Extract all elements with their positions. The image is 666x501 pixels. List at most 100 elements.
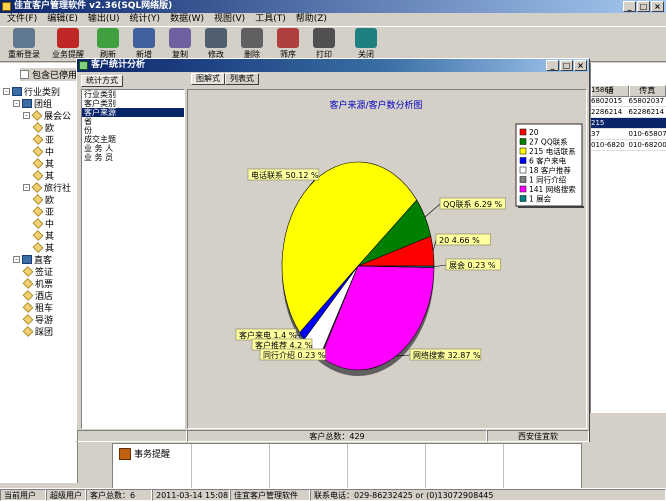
label-leader bbox=[433, 240, 436, 251]
tree-item[interactable]: 亚 bbox=[3, 133, 78, 145]
menu-item[interactable]: 工具(T) bbox=[250, 13, 291, 26]
menu-item[interactable]: 编辑(E) bbox=[42, 13, 83, 26]
dialog-minimize-button[interactable]: _ bbox=[546, 60, 559, 71]
toolbar-button[interactable]: 复制 bbox=[162, 27, 198, 61]
method-item[interactable]: 成交主题 bbox=[82, 135, 184, 144]
tree-node-icon bbox=[33, 206, 44, 217]
tree-expander[interactable]: - bbox=[13, 100, 20, 107]
tree-expander[interactable]: - bbox=[3, 88, 10, 95]
dialog-close-button[interactable]: × bbox=[574, 60, 587, 71]
table-row[interactable]: 228621462286214 bbox=[591, 107, 666, 118]
copy-icon bbox=[169, 28, 191, 48]
table-cell: 15868 bbox=[591, 85, 629, 95]
tree-node-icon bbox=[23, 290, 34, 301]
pie-chart: 客户来源/客户数分析图20 4.66 %QQ联系 6.29 %电话联系 50.1… bbox=[188, 90, 586, 428]
tree-item[interactable]: 中 bbox=[3, 145, 78, 157]
tree-item[interactable]: 机票 bbox=[3, 277, 78, 289]
tree-item[interactable]: 租车 bbox=[3, 301, 78, 313]
tab-pie[interactable]: 图解式 bbox=[191, 73, 225, 85]
table-row[interactable]: 15868 bbox=[591, 85, 666, 96]
table-row[interactable]: 680201565802037 bbox=[591, 96, 666, 107]
table-cell: 010-65807 bbox=[629, 129, 666, 139]
table-cell: 62286214 bbox=[629, 107, 666, 117]
tree-node-icon bbox=[23, 278, 34, 289]
tree-item[interactable]: 亚 bbox=[3, 205, 78, 217]
statistics-dialog: 客户统计分析 _ □ × 统计方式 图解式 列表式 行业类别客户类别客户来源省份… bbox=[76, 58, 590, 442]
tree-node-icon bbox=[33, 146, 44, 157]
tree-item-label: 其 bbox=[45, 169, 54, 181]
legend-swatch bbox=[520, 196, 526, 202]
tree-item[interactable]: 酒店 bbox=[3, 289, 78, 301]
tree-item[interactable]: 其 bbox=[3, 169, 78, 181]
tree-item[interactable]: - 直客 bbox=[3, 253, 78, 265]
table-cell: 65802037 bbox=[629, 96, 666, 106]
menu-item[interactable]: 视图(V) bbox=[209, 13, 250, 26]
close-button[interactable]: × bbox=[651, 1, 664, 12]
tree-item[interactable]: 其 bbox=[3, 241, 78, 253]
toolbar-button[interactable]: 重新登录 bbox=[2, 27, 46, 61]
tree-item[interactable]: 导游 bbox=[3, 313, 78, 325]
toolbar-button[interactable]: 关闭 bbox=[348, 27, 384, 61]
tree-item-label: 其 bbox=[45, 157, 54, 169]
dialog-maximize-button[interactable]: □ bbox=[560, 60, 573, 71]
tree-item[interactable]: 踩团 bbox=[3, 325, 78, 337]
tab-list[interactable]: 列表式 bbox=[225, 73, 259, 85]
dialog-icon bbox=[79, 61, 88, 70]
method-item[interactable]: 行业类别 bbox=[82, 90, 184, 99]
dialog-status-empty bbox=[77, 430, 187, 442]
tree-item-label: 中 bbox=[45, 145, 54, 157]
minimize-button[interactable]: _ bbox=[623, 1, 636, 12]
maximize-button[interactable]: □ bbox=[637, 1, 650, 12]
toolbar-button[interactable]: 打印 bbox=[306, 27, 342, 61]
tree-item[interactable]: 其 bbox=[3, 157, 78, 169]
menu-item[interactable]: 帮助(Z) bbox=[291, 13, 332, 26]
menu-item[interactable]: 数据(W) bbox=[165, 13, 209, 26]
menu-item[interactable]: 统计(Y) bbox=[125, 13, 166, 26]
method-item[interactable]: 业 务 员 bbox=[82, 153, 184, 162]
toolbar-button[interactable]: 新增 bbox=[126, 27, 162, 61]
tree-expander[interactable]: - bbox=[23, 184, 30, 191]
tree-item[interactable]: 欧 bbox=[3, 121, 78, 133]
table-row[interactable]: 215 bbox=[591, 118, 666, 129]
table-cell: 2286214 bbox=[591, 107, 629, 117]
legend-swatch bbox=[520, 158, 526, 164]
reminder-tab[interactable]: 事务提醒 bbox=[119, 447, 170, 460]
status-bar: 当前用户超级用户客户总数：62011-03-14 15:08:08佳宜客户管理软… bbox=[0, 488, 666, 500]
tree-item[interactable]: -旅行社 bbox=[3, 181, 78, 193]
include-disabled-checkbox[interactable]: 包含已停用 bbox=[20, 68, 77, 81]
tree-item-label: 踩团 bbox=[35, 325, 53, 337]
table-row[interactable]: 010-6820010-68200 bbox=[591, 140, 666, 151]
edit-icon bbox=[205, 28, 227, 48]
tree-item[interactable]: 其 bbox=[3, 229, 78, 241]
tab-method[interactable]: 统计方式 bbox=[81, 75, 123, 87]
method-item[interactable]: 份 bbox=[82, 126, 184, 135]
menu-item[interactable]: 文件(F) bbox=[2, 13, 42, 26]
tree-item[interactable]: 中 bbox=[3, 217, 78, 229]
app-title-bar: 佳宜客户管理软件 v2.36(SQL网络版) _ □ × bbox=[0, 0, 666, 13]
tree-item[interactable]: -行业类别 bbox=[3, 85, 78, 97]
toolbar-button[interactable]: 筛序 bbox=[270, 27, 306, 61]
method-item[interactable]: 客户类别 bbox=[82, 99, 184, 108]
customer-table: 话传真 158686802015658020372286214622862142… bbox=[590, 63, 666, 413]
toolbar-button[interactable]: 修改 bbox=[198, 27, 234, 61]
method-item[interactable]: 业 务 人 bbox=[82, 144, 184, 153]
method-item[interactable]: 客户来源 bbox=[82, 108, 184, 117]
tree-expander[interactable]: - bbox=[23, 112, 30, 119]
method-item[interactable]: 省 bbox=[82, 117, 184, 126]
tree-item[interactable]: -团组 bbox=[3, 97, 78, 109]
toolbar-button[interactable]: 删除 bbox=[234, 27, 270, 61]
checkbox-box[interactable] bbox=[20, 70, 29, 79]
toolbar-button[interactable]: 业务提醒 bbox=[46, 27, 90, 61]
table-row[interactable]: 37010-65807 bbox=[591, 129, 666, 140]
dialog-status-bar: 客户总数：429 西安佳宜软 bbox=[77, 430, 589, 442]
tree-node-icon bbox=[33, 170, 44, 181]
tree-expander[interactable]: - bbox=[13, 256, 20, 263]
tree-item[interactable]: -展会公 bbox=[3, 109, 78, 121]
toolbar-button[interactable]: 刷新 bbox=[90, 27, 126, 61]
tree-item-label: 租车 bbox=[35, 301, 53, 313]
tree-item[interactable]: 签证 bbox=[3, 265, 78, 277]
tree-item[interactable]: 欧 bbox=[3, 193, 78, 205]
tree-item-label: 直客 bbox=[34, 253, 52, 265]
status-cell: 当前用户 bbox=[0, 489, 46, 501]
menu-item[interactable]: 输出(U) bbox=[83, 13, 125, 26]
